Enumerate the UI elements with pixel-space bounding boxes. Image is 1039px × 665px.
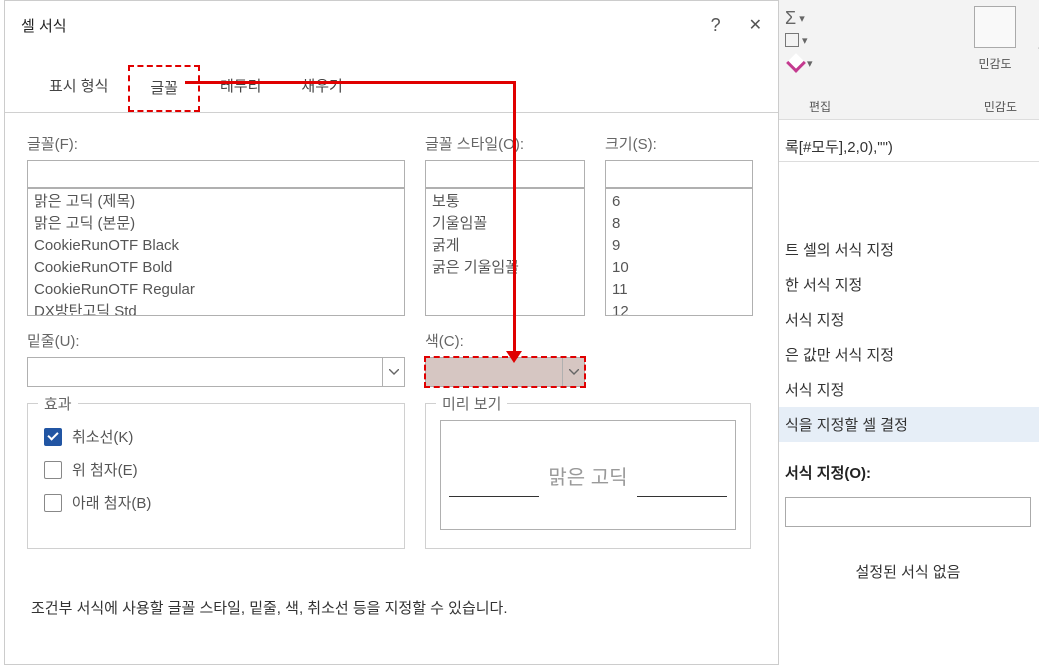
dialog-titlebar: 셀 서식 ? ✕ (5, 1, 778, 49)
format-cells-dialog: 셀 서식 ? ✕ 표시 형식 글꼴 테두리 채우기 글꼴(F): 맑은 고딕 (… (4, 0, 779, 665)
size-option[interactable]: 6 (612, 191, 746, 213)
autosum-icon[interactable]: Σ ▾ (785, 8, 805, 29)
font-option[interactable]: DX방탄고딕 Std (34, 301, 398, 316)
style-label: 글꼴 스타일(O): (425, 133, 585, 154)
size-option[interactable]: 11 (612, 279, 746, 301)
tab-border[interactable]: 테두리 (200, 65, 281, 112)
preview-text: 맑은 고딕 (548, 461, 627, 490)
help-icon[interactable]: ? (711, 15, 721, 36)
size-listbox[interactable]: 6 8 9 10 11 12 (605, 188, 753, 316)
size-option[interactable]: 8 (612, 213, 746, 235)
size-label: 크기(S): (605, 133, 753, 154)
color-combo[interactable] (425, 357, 585, 387)
checkbox-icon (44, 461, 62, 479)
size-option[interactable]: 9 (612, 235, 746, 257)
style-listbox[interactable]: 보통 기울임꼴 굵게 굵은 기울임꼴 (425, 188, 585, 316)
rule-item-selected[interactable]: 식을 지정할 셀 결정 (777, 407, 1039, 442)
ribbon-background: Σ ▾ ▾ ▾ 민감도 편집 민감도 추 (769, 0, 1039, 120)
color-label: 색(C): (425, 330, 585, 351)
rule-item[interactable]: 트 셀의 서식 지정 (777, 232, 1039, 267)
font-option[interactable]: 맑은 고딕 (제목) (34, 191, 398, 213)
sensitivity-label: 민감도 (959, 55, 1031, 72)
sensitivity-group[interactable]: 민감도 (959, 6, 1031, 72)
dialog-note: 조건부 서식에 사용할 글꼴 스타일, 밑줄, 색, 취소선 등을 지정할 수 … (31, 597, 752, 618)
effects-fieldset: 효과 취소선(K) 위 첨자(E) 아래 첨자(B) (27, 403, 405, 549)
effects-legend: 효과 (38, 393, 78, 414)
sensitivity-icon (974, 6, 1016, 48)
annotation-line (185, 81, 515, 84)
tab-font[interactable]: 글꼴 (128, 65, 200, 112)
strikethrough-checkbox[interactable]: 취소선(K) (42, 420, 390, 453)
preview-legend: 미리 보기 (436, 393, 507, 414)
preview-fieldset: 미리 보기 맑은 고딕 (425, 403, 751, 549)
subscript-checkbox[interactable]: 아래 첨자(B) (42, 486, 390, 519)
subscript-label: 아래 첨자(B) (72, 492, 151, 513)
underline-combo[interactable] (27, 357, 405, 387)
size-input[interactable] (605, 160, 753, 188)
font-option[interactable]: CookieRunOTF Regular (34, 279, 398, 301)
tab-fill[interactable]: 채우기 (281, 65, 362, 112)
side-panel: 록[#모두],2,0),"") 트 셀의 서식 지정 한 서식 지정 서식 지정… (777, 130, 1039, 608)
rule-item[interactable]: 서식 지정 (777, 372, 1039, 407)
underline-label: 밑줄(U): (27, 330, 405, 351)
style-option[interactable]: 굵게 (432, 235, 578, 257)
dialog-title: 셀 서식 (21, 15, 67, 36)
rule-item[interactable]: 서식 지정 (777, 302, 1039, 337)
style-option[interactable]: 보통 (432, 191, 578, 213)
annotation-arrowhead-icon (506, 351, 522, 363)
chevron-down-icon[interactable] (382, 358, 404, 386)
close-icon[interactable]: ✕ (749, 15, 762, 35)
sens-group-label: 민감도 (984, 94, 1017, 115)
annotation-line (513, 81, 516, 356)
strikethrough-label: 취소선(K) (72, 426, 133, 447)
edit-group-label: 편집 (809, 94, 831, 115)
font-option[interactable]: CookieRunOTF Black (34, 235, 398, 257)
rule-formula-input[interactable] (785, 497, 1031, 527)
dialog-tabs: 표시 형식 글꼴 테두리 채우기 (5, 65, 778, 113)
style-input[interactable] (425, 160, 585, 188)
style-option[interactable]: 굵은 기울임꼴 (432, 257, 578, 279)
checkbox-icon (44, 428, 62, 446)
style-option[interactable]: 기울임꼴 (432, 213, 578, 235)
rule-item[interactable]: 한 서식 지정 (777, 267, 1039, 302)
format-values-label: 서식 지정(O): (777, 442, 1039, 489)
fill-down-icon[interactable]: ▾ (785, 33, 808, 47)
tab-number[interactable]: 표시 형식 (29, 65, 128, 112)
size-option[interactable]: 10 (612, 257, 746, 279)
checkbox-icon (44, 494, 62, 512)
font-option[interactable]: CookieRunOTF Bold (34, 257, 398, 279)
no-format-set-label: 설정된 서식 없음 (777, 535, 1039, 608)
clear-icon[interactable]: ▾ (785, 52, 813, 74)
font-label: 글꼴(F): (27, 133, 405, 154)
size-option[interactable]: 12 (612, 301, 746, 316)
chevron-down-icon[interactable] (562, 358, 584, 386)
font-listbox[interactable]: 맑은 고딕 (제목) 맑은 고딕 (본문) CookieRunOTF Black… (27, 188, 405, 316)
rule-item[interactable]: 은 값만 서식 지정 (777, 337, 1039, 372)
superscript-checkbox[interactable]: 위 첨자(E) (42, 453, 390, 486)
superscript-label: 위 첨자(E) (72, 459, 138, 480)
formula-bar-fragment[interactable]: 록[#모두],2,0),"") (777, 130, 1039, 162)
font-option[interactable]: 맑은 고딕 (본문) (34, 213, 398, 235)
rule-type-list[interactable]: 트 셀의 서식 지정 한 서식 지정 서식 지정 은 값만 서식 지정 서식 지… (777, 232, 1039, 442)
preview-box: 맑은 고딕 (440, 420, 736, 530)
font-input[interactable] (27, 160, 405, 188)
